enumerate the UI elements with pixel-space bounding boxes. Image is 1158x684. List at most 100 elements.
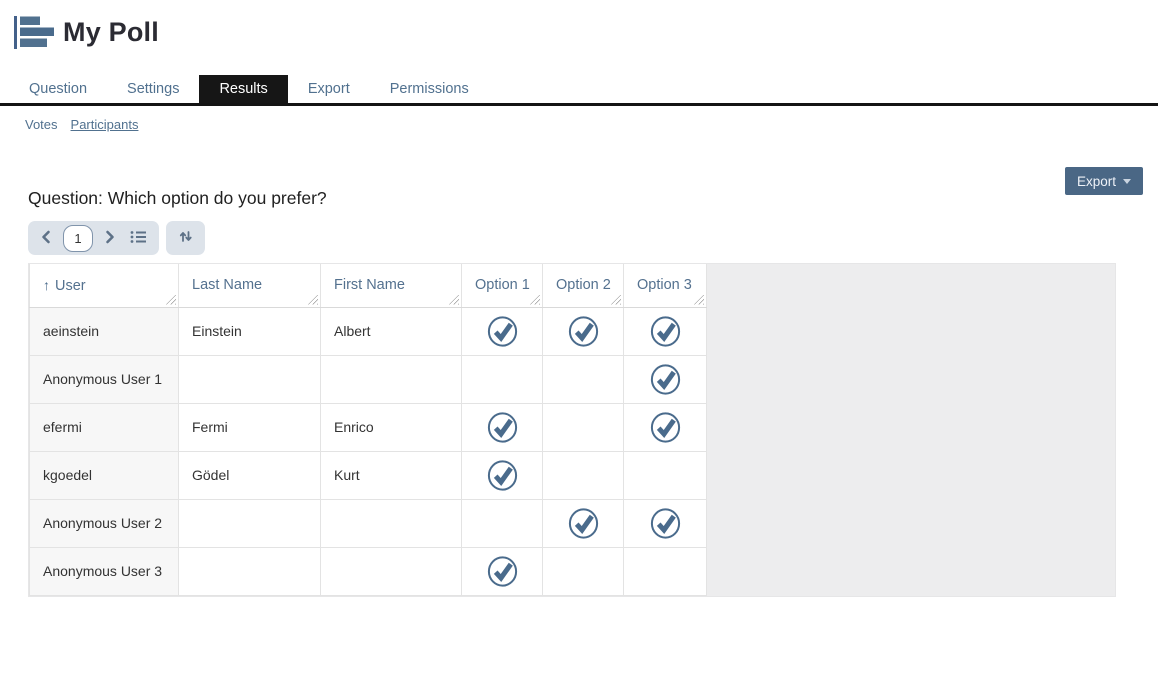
column-resize-handle[interactable] [611, 295, 621, 305]
vote-check-icon [487, 411, 518, 443]
vote-check-icon [487, 315, 518, 347]
tab-export[interactable]: Export [288, 75, 370, 103]
export-button-label: Export [1077, 174, 1116, 189]
cell-user: Anonymous User 3 [30, 547, 179, 595]
table-row: aeinsteinEinsteinAlbert [30, 307, 707, 355]
column-header-label: First Name [334, 277, 405, 293]
sort-asc-icon: ↑ [43, 277, 50, 293]
column-header-label: Option 3 [637, 277, 692, 293]
vote-check-icon [568, 315, 599, 347]
vote-check-icon [650, 363, 681, 395]
page-title: My Poll [63, 17, 159, 48]
table-header-row: ↑ User Last Name First Name Option 1 Option 2… [30, 264, 707, 307]
cell-first-name: Albert [321, 307, 462, 355]
cell-option-3 [624, 451, 707, 499]
tab-settings[interactable]: Settings [107, 75, 199, 103]
vote-check-icon [650, 411, 681, 443]
table-row: Anonymous User 1 [30, 355, 707, 403]
column-header-user[interactable]: ↑ User [30, 264, 179, 307]
cell-option-1 [462, 355, 543, 403]
table-row: efermiFermiEnrico [30, 403, 707, 451]
results-table-container: ↑ User Last Name First Name Option 1 Option 2… [28, 263, 1116, 597]
cell-option-2 [543, 355, 624, 403]
cell-option-3 [624, 547, 707, 595]
cell-option-2 [543, 307, 624, 355]
chevron-left-icon [40, 230, 52, 247]
pagination-group: 1 [28, 221, 159, 255]
cell-last-name [179, 355, 321, 403]
cell-option-1 [462, 403, 543, 451]
cell-option-3 [624, 355, 707, 403]
cell-first-name [321, 355, 462, 403]
column-resize-handle[interactable] [530, 295, 540, 305]
export-button[interactable]: Export [1065, 167, 1143, 195]
app-root: My Poll QuestionSettingsResultsExportPer… [0, 0, 1158, 684]
cell-user: kgoedel [30, 451, 179, 499]
cell-last-name: Fermi [179, 403, 321, 451]
tab-question[interactable]: Question [9, 75, 107, 103]
vote-check-icon [650, 507, 681, 539]
cell-option-1 [462, 499, 543, 547]
cell-option-2 [543, 499, 624, 547]
column-header-label: Last Name [192, 277, 262, 293]
cell-option-2 [543, 451, 624, 499]
sub-nav: Votes Participants [25, 117, 138, 132]
tab-permissions[interactable]: Permissions [370, 75, 489, 103]
cell-first-name [321, 499, 462, 547]
poll-logo-icon [14, 11, 54, 53]
next-page-button[interactable] [101, 227, 119, 250]
column-header-label: Option 1 [475, 277, 530, 293]
vote-check-icon [487, 459, 518, 491]
column-header-label: Option 2 [556, 277, 611, 293]
cell-user: aeinstein [30, 307, 179, 355]
column-header-first-name[interactable]: First Name [321, 264, 462, 307]
sort-group [166, 221, 205, 255]
subnav-votes[interactable]: Votes [25, 117, 58, 132]
list-view-button[interactable] [127, 227, 150, 250]
column-header-option-3[interactable]: Option 3 [624, 264, 707, 307]
cell-first-name [321, 547, 462, 595]
chevron-right-icon [104, 230, 116, 247]
cell-option-1 [462, 451, 543, 499]
column-header-option-1[interactable]: Option 1 [462, 264, 543, 307]
cell-option-1 [462, 547, 543, 595]
cell-option-3 [624, 499, 707, 547]
table-row: Anonymous User 3 [30, 547, 707, 595]
tab-results[interactable]: Results [199, 75, 287, 103]
cell-option-3 [624, 403, 707, 451]
caret-down-icon [1123, 179, 1131, 184]
tab-bar: QuestionSettingsResultsExportPermissions [0, 75, 1158, 106]
column-header-label: User [55, 278, 86, 294]
column-resize-handle[interactable] [449, 295, 459, 305]
sort-rows-button[interactable] [175, 226, 196, 250]
column-header-last-name[interactable]: Last Name [179, 264, 321, 307]
cell-first-name: Kurt [321, 451, 462, 499]
cell-option-2 [543, 547, 624, 595]
pagination-toolbar: 1 [28, 221, 205, 255]
list-icon [130, 230, 147, 247]
cell-option-2 [543, 403, 624, 451]
sort-up-down-icon [178, 229, 193, 247]
cell-last-name [179, 499, 321, 547]
cell-user: Anonymous User 2 [30, 499, 179, 547]
cell-last-name [179, 547, 321, 595]
subnav-participants[interactable]: Participants [71, 117, 139, 132]
current-page-indicator[interactable]: 1 [63, 225, 93, 252]
table-row: Anonymous User 2 [30, 499, 707, 547]
cell-option-1 [462, 307, 543, 355]
cell-last-name: Gödel [179, 451, 321, 499]
column-resize-handle[interactable] [694, 295, 704, 305]
results-table: ↑ User Last Name First Name Option 1 Option 2… [29, 264, 707, 596]
prev-page-button[interactable] [37, 227, 55, 250]
cell-last-name: Einstein [179, 307, 321, 355]
column-header-option-2[interactable]: Option 2 [543, 264, 624, 307]
vote-check-icon [568, 507, 599, 539]
cell-user: Anonymous User 1 [30, 355, 179, 403]
vote-check-icon [487, 555, 518, 587]
cell-user: efermi [30, 403, 179, 451]
column-resize-handle[interactable] [308, 295, 318, 305]
column-resize-handle[interactable] [166, 295, 176, 305]
page-header: My Poll [14, 11, 159, 53]
question-heading: Question: Which option do you prefer? [28, 188, 327, 209]
cell-first-name: Enrico [321, 403, 462, 451]
